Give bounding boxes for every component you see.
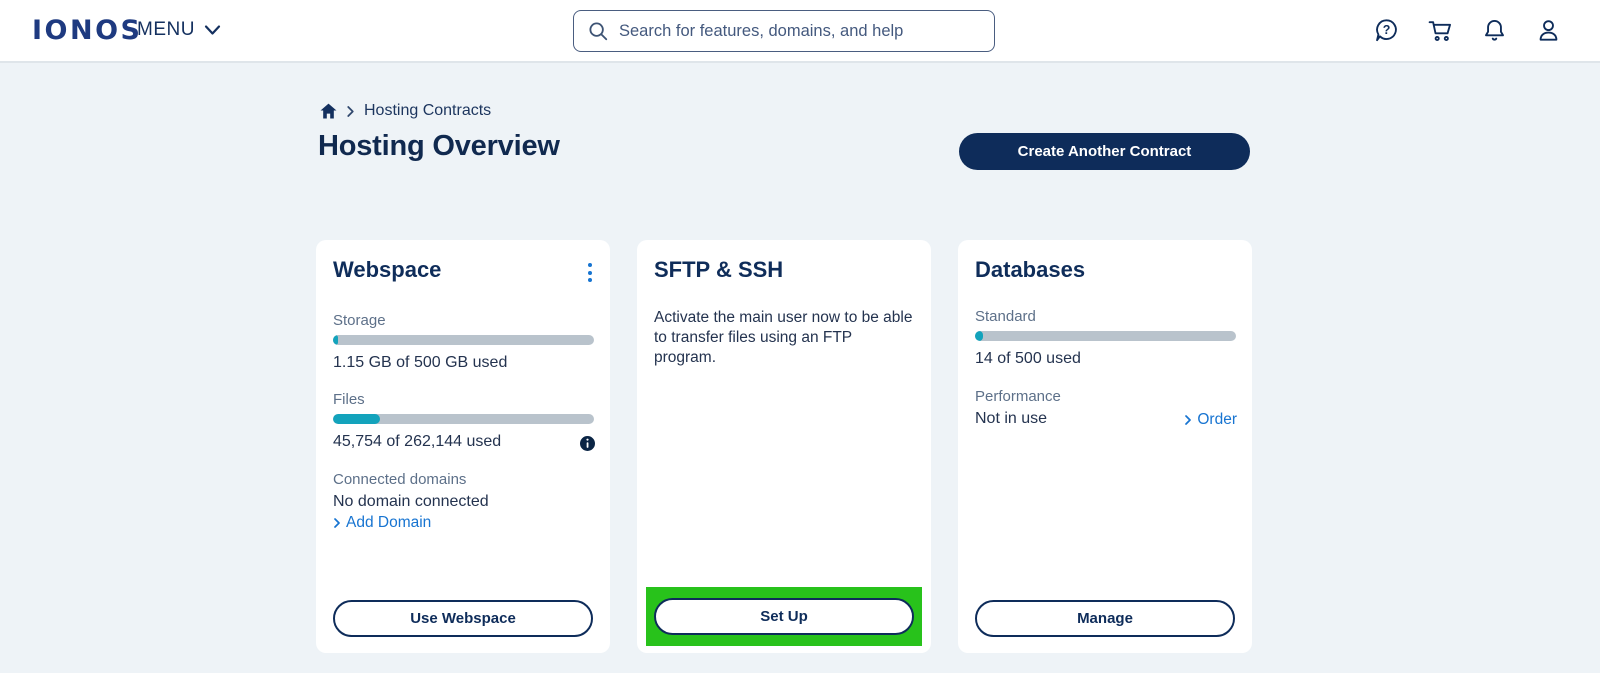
page: IONOS MENU ? Hosting Contracts Hosting O… [0,0,1600,673]
menu-button[interactable]: MENU [137,19,221,41]
files-used-text: 45,754 of 262,144 used [333,433,502,450]
webspace-card-title: Webspace [333,257,442,282]
standard-label: Standard [975,308,1036,325]
header-icon-group: ? [1373,17,1562,44]
manage-button[interactable]: Manage [975,600,1235,637]
link-chevron-icon [334,518,340,528]
storage-used-text: 1.15 GB of 500 GB used [333,354,508,371]
ionos-logo[interactable]: IONOS [32,15,143,46]
svg-text:?: ? [1383,23,1391,37]
standard-progress-bar [975,331,1236,341]
chevron-down-icon [204,25,221,35]
files-progress-bar [333,414,594,424]
storage-progress-fill [333,335,339,345]
cart-icon[interactable] [1427,17,1454,44]
order-label: Order [1197,411,1237,428]
info-icon[interactable] [580,436,595,451]
storage-progress-bar [333,335,594,345]
add-domain-label: Add Domain [346,514,432,531]
breadcrumb-item-hosting-contracts[interactable]: Hosting Contracts [364,102,491,120]
breadcrumb: Hosting Contracts [320,102,491,120]
standard-used-text: 14 of 500 used [975,350,1081,367]
home-icon[interactable] [320,103,337,119]
webspace-card: Webspace Storage 1.15 GB of 500 GB used … [316,240,610,653]
sftp-ssh-card-title: SFTP & SSH [654,257,784,282]
databases-card-title: Databases [975,257,1086,282]
setup-highlight-box: Set Up [646,587,922,646]
user-icon[interactable] [1535,17,1562,44]
cards-row: Webspace Storage 1.15 GB of 500 GB used … [316,240,1252,653]
performance-value: Not in use [975,410,1048,427]
files-label: Files [333,391,365,408]
menu-label: MENU [137,19,195,40]
add-domain-link[interactable]: Add Domain [333,514,431,532]
kebab-menu-icon[interactable] [585,260,595,285]
help-icon[interactable]: ? [1373,17,1400,44]
connected-domains-value: No domain connected [333,493,489,510]
performance-label: Performance [975,388,1061,405]
create-contract-button[interactable]: Create Another Contract [959,133,1250,170]
breadcrumb-chevron-icon [347,105,354,117]
search-input[interactable] [619,21,981,41]
bell-icon[interactable] [1481,17,1508,44]
search-box [573,10,995,52]
standard-progress-fill [975,331,983,341]
top-header: IONOS MENU ? [0,0,1600,63]
use-webspace-button[interactable]: Use Webspace [333,600,593,637]
search-icon [589,22,608,41]
set-up-button[interactable]: Set Up [654,598,914,635]
databases-card: Databases Standard 14 of 500 used Perfor… [958,240,1252,653]
link-chevron-icon [1185,415,1192,425]
page-title: Hosting Overview [318,130,560,162]
storage-label: Storage [333,312,386,329]
sftp-ssh-card: SFTP & SSH Activate the main user now to… [637,240,931,653]
files-progress-fill [333,414,380,424]
connected-domains-label: Connected domains [333,471,467,488]
sftp-ssh-description: Activate the main user now to be able to… [654,309,913,366]
order-link[interactable]: Order [1184,411,1237,429]
